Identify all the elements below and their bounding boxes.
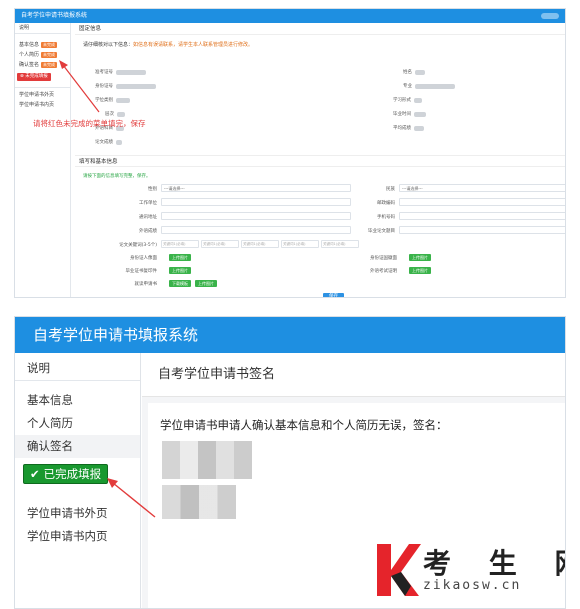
watermark-logo: 考 生 网 zikaosw.cn [371, 542, 565, 600]
watermark-cn: 考 生 网 [423, 547, 565, 580]
form-screenshot-panel: 自考学位申请书填报系统 说明 基本信息 未完成 个人简历 未完成 确认签名 未完… [14, 8, 566, 298]
signature-screenshot-panel: 自考学位申请书填报系统 说明 基本信息 个人简历 确认签名 ✔ 已完成填报 学位… [14, 316, 566, 609]
k-logo-icon [377, 544, 421, 596]
watermark-url: zikaosw.cn [423, 578, 522, 593]
annotation-arrow-icon [59, 60, 100, 113]
